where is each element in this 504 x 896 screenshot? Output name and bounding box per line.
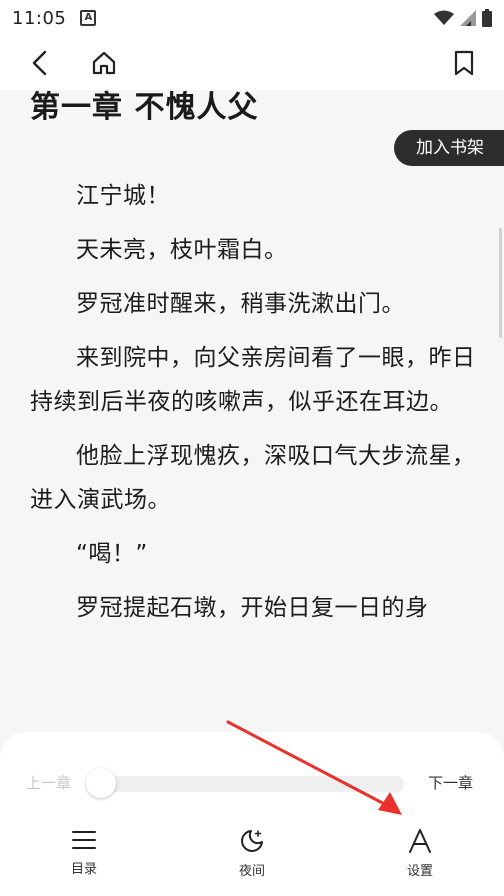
bookmark-button[interactable] bbox=[444, 43, 484, 83]
tab-catalog-label: 目录 bbox=[70, 862, 97, 877]
status-icons bbox=[434, 9, 492, 27]
tab-night-mode[interactable]: 夜间 bbox=[202, 828, 302, 886]
home-icon bbox=[92, 51, 116, 75]
chapter-title: 第一章 不愧人父 bbox=[30, 90, 259, 125]
status-bar: 11:05 A bbox=[0, 0, 504, 36]
top-nav bbox=[0, 36, 504, 90]
paragraph: 来到院中，向父亲房间看了一眼，昨日持续到后半夜的咳嗽声，似乎还在耳边。 bbox=[30, 345, 476, 415]
chapter-progress-row: 上一章 下一章 bbox=[0, 768, 504, 798]
tab-settings-label: 设置 bbox=[406, 864, 433, 879]
tab-catalog[interactable]: 目录 bbox=[34, 828, 134, 886]
notification-icon: A bbox=[80, 10, 97, 26]
font-settings-icon bbox=[409, 829, 431, 853]
wifi-icon bbox=[434, 10, 454, 25]
signal-icon bbox=[460, 10, 476, 26]
prev-chapter-button[interactable]: 上一章 bbox=[26, 772, 71, 793]
back-button[interactable] bbox=[20, 43, 60, 83]
chapter-text: 江宁城！ 天未亮，枝叶霜白。 罗冠准时醒来，稍事洗漱出门。 来到院中，向父亲房间… bbox=[30, 174, 480, 640]
paragraph: 罗冠准时醒来，稍事洗漱出门。 bbox=[76, 291, 405, 317]
back-arrow-icon bbox=[32, 50, 47, 76]
progress-slider[interactable] bbox=[86, 768, 404, 798]
bottom-control-panel: 上一章 下一章 目录 夜间 设置 bbox=[0, 732, 504, 896]
paragraph: 江宁城！ bbox=[76, 183, 170, 209]
progress-slider-knob[interactable] bbox=[86, 768, 116, 798]
home-button[interactable] bbox=[84, 43, 124, 83]
paragraph: 天未亮，枝叶霜白。 bbox=[76, 237, 288, 263]
tab-settings[interactable]: 设置 bbox=[370, 828, 470, 886]
battery-icon bbox=[482, 9, 492, 27]
status-time: 11:05 bbox=[12, 7, 67, 29]
paragraph: 他脸上浮现愧疚，深吸口气大步流星，进入演武场。 bbox=[30, 443, 476, 513]
add-to-shelf-button[interactable]: 加入书架 bbox=[394, 130, 504, 166]
scrollbar-thumb[interactable] bbox=[499, 228, 502, 338]
night-mode-icon bbox=[241, 830, 263, 852]
tab-night-mode-label: 夜间 bbox=[238, 864, 265, 879]
reader-content-area[interactable]: 第一章 不愧人父 加入书架 江宁城！ 天未亮，枝叶霜白。 罗冠准时醒来，稍事洗漱… bbox=[0, 90, 504, 740]
bookmark-icon bbox=[454, 50, 474, 76]
paragraph: 罗冠提起石墩，开始日复一日的身 bbox=[76, 595, 429, 621]
bottom-tab-row: 目录 夜间 设置 bbox=[0, 828, 504, 886]
paragraph: “喝！” bbox=[76, 541, 148, 567]
menu-list-icon bbox=[72, 831, 96, 849]
next-chapter-button[interactable]: 下一章 bbox=[428, 772, 473, 793]
